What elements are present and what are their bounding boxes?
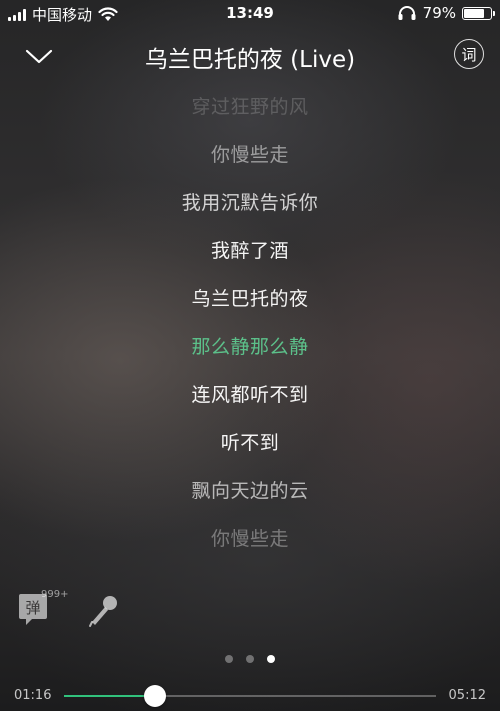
microphone-icon (89, 596, 117, 627)
page-dot[interactable] (246, 655, 254, 663)
lyric-mode-button[interactable]: 词 (454, 39, 484, 69)
battery-icon (462, 6, 495, 20)
headphones-icon (398, 6, 416, 20)
danmu-count-badge: 999+ (41, 589, 69, 600)
chevron-down-icon (25, 49, 53, 64)
lyric-line-current: 那么静那么静 (191, 336, 309, 358)
total-time: 05:12 (448, 688, 486, 703)
lyric-line: 乌兰巴托的夜 (191, 288, 309, 310)
lyric-line: 穿过狂野的风 (191, 96, 309, 118)
song-title: 乌兰巴托的夜 (Live) (144, 47, 356, 73)
lyric-line: 我用沉默告诉你 (181, 192, 319, 214)
status-right: 79% (397, 4, 495, 22)
lyrics-panel[interactable]: 穿过狂野的风 你慢些走 我用沉默告诉你 我醉了酒 乌兰巴托的夜 那么静那么静 连风都听不到听… (0, 80, 500, 565)
player-header: 乌兰巴托的夜 (Live) 词 (0, 36, 500, 76)
danmu-label: 弹 (25, 599, 40, 617)
lyric-line: 你慢些走 (210, 528, 289, 550)
battery-level-fill (464, 8, 484, 18)
status-bar: 中国移动 13:49 79% (0, 0, 500, 28)
page-indicator (0, 655, 500, 663)
karaoke-mic-button[interactable] (88, 594, 120, 628)
progress-track[interactable] (64, 685, 436, 707)
page-dot[interactable] (225, 655, 233, 663)
lyric-mode-label: 词 (461, 45, 477, 64)
lyric-line: 连风都听不到 (191, 384, 309, 406)
battery-percent: 79% (422, 4, 456, 22)
current-time: 01:16 (14, 688, 52, 703)
page-dot[interactable] (267, 655, 275, 663)
lyric-line: 我醉了酒 (210, 240, 289, 262)
collapse-button[interactable] (22, 42, 56, 70)
progress-fill (64, 695, 155, 697)
lyric-line: 听不到 (220, 432, 280, 454)
lyric-line: 飘向天边的云 (191, 480, 309, 502)
lyric-line: 你慢些走 (210, 144, 289, 166)
progress-thumb[interactable] (143, 685, 166, 707)
